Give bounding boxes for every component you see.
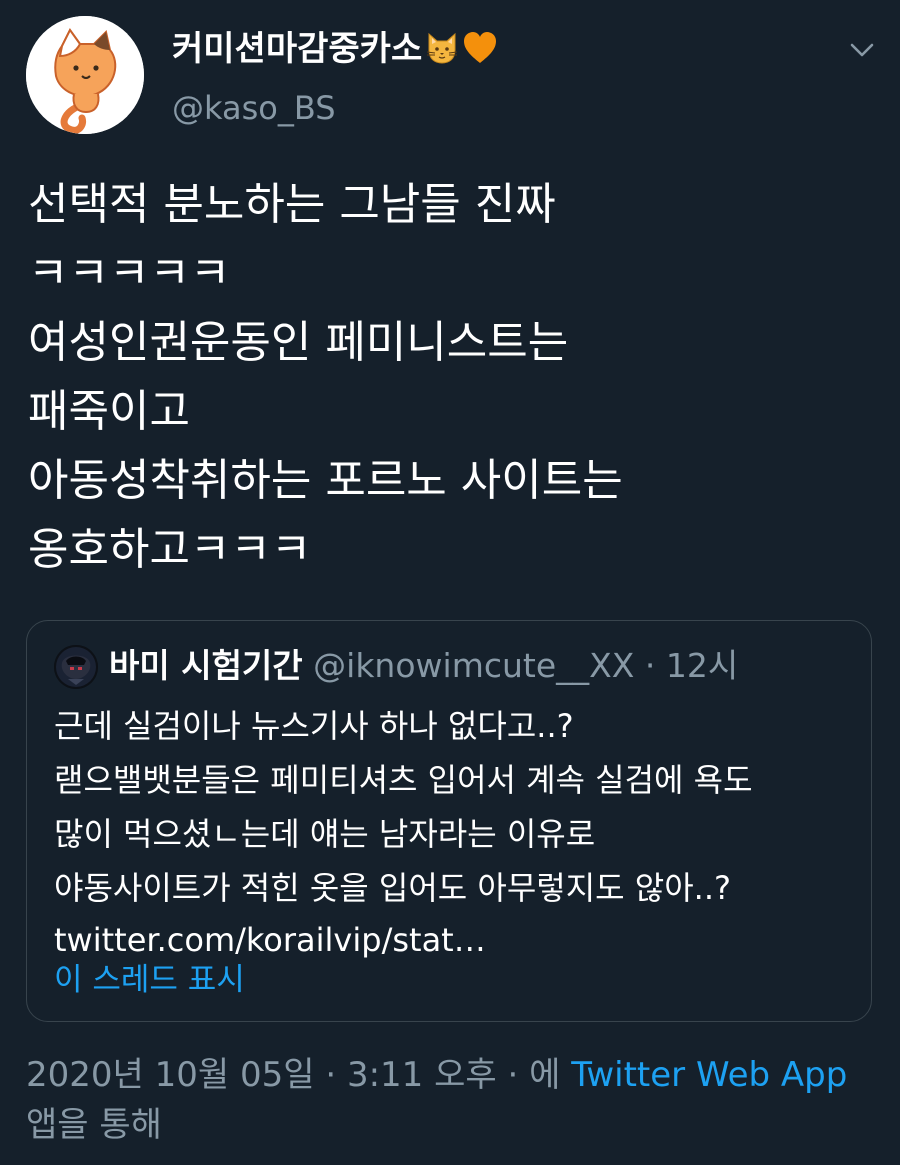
quoted-author-handle[interactable]: @iknowimcute__XX — [313, 646, 634, 685]
quoted-tweet-text: 근데 실검이나 뉴스기사 하나 없다고..? 랟으밸뱃분들은 페미티셔츠 입어서… — [54, 707, 753, 907]
author-name-text: 커미션마감중카소 — [172, 29, 423, 69]
meta-separator: · — [325, 1055, 337, 1095]
quoted-tweet[interactable]: 바미 시험기간 @iknowimcute__XX · 12시 근데 실검이나 뉴… — [26, 620, 872, 1022]
tweet-time[interactable]: 3:11 오후 — [347, 1055, 497, 1095]
author-handle[interactable]: @kaso_BS — [172, 86, 336, 130]
author-display-name[interactable]: 커미션마감중카소 — [172, 26, 498, 72]
tweet-text: 선택적 분노하는 그남들 진짜 ㅋㅋㅋㅋㅋ 여성인권운동인 페미니스트는 패죽이… — [28, 179, 623, 575]
header-separator: · — [644, 646, 656, 685]
author-avatar[interactable] — [26, 16, 144, 134]
orange-heart-icon — [464, 32, 497, 63]
quoted-author-avatar[interactable] — [54, 645, 98, 689]
meta-separator: · — [507, 1055, 519, 1095]
quoted-author-name[interactable]: 바미 시험기간 — [109, 646, 303, 685]
quoted-tweet-time[interactable]: 12시 — [666, 646, 738, 685]
quoted-tweet-header: 바미 시험기간 @iknowimcute__XX · 12시 — [109, 643, 738, 689]
source-app-link[interactable]: Twitter Web App — [571, 1055, 847, 1095]
calico-cat-avatar-image — [26, 16, 144, 134]
tweet-date[interactable]: 2020년 10월 05일 — [26, 1055, 315, 1095]
tweet-metadata: 2020년 10월 05일 · 3:11 오후 · 에 Twitter Web … — [26, 1050, 886, 1150]
cat-face-icon — [427, 32, 458, 64]
more-options-chevron-down-icon[interactable] — [848, 36, 876, 64]
via-prefix: 에 — [529, 1055, 561, 1095]
show-thread-link[interactable]: 이 스레드 표시 — [54, 957, 245, 1003]
via-suffix: 앱을 통해 — [26, 1105, 162, 1145]
dark-character-avatar-image — [54, 645, 98, 689]
chevron-down-icon — [850, 43, 874, 57]
